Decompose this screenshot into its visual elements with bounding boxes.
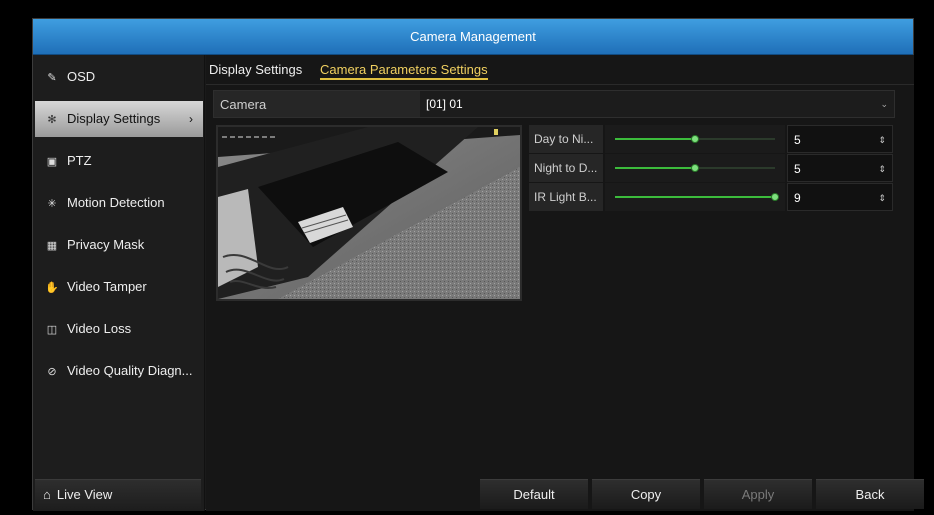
param-row-ir-light-brightness: IR Light B... 9 ⇕	[529, 183, 895, 211]
spinbox-value: 9	[794, 191, 801, 205]
back-button[interactable]: Back	[816, 479, 924, 509]
ptz-icon: ▣	[46, 156, 58, 168]
param-label: IR Light B...	[529, 183, 603, 211]
display-icon: ✻	[47, 114, 57, 126]
sidebar-item-label: PTZ	[67, 153, 92, 168]
tab-display-settings[interactable]: Display Settings	[209, 62, 302, 77]
camera-select-value: [01] 01	[426, 97, 463, 111]
spinbox-value: 5	[794, 162, 801, 176]
sidebar-item-video-loss[interactable]: ◫ Video Loss	[35, 311, 203, 347]
quality-icon: ⊘	[47, 366, 57, 378]
tab-bar: Display Settings Camera Parameters Setti…	[206, 55, 914, 85]
camera-select[interactable]: [01] 01 ⌄	[420, 91, 894, 117]
spinbox-value: 5	[794, 133, 801, 147]
hand-icon: ✋	[45, 282, 59, 294]
sidebar-item-label: Motion Detection	[67, 195, 165, 210]
slider-fill	[615, 167, 695, 169]
apply-button[interactable]: Apply	[704, 479, 812, 509]
sidebar-item-label: Video Tamper	[67, 279, 147, 294]
sidebar-item-label: Video Quality Diagn...	[67, 363, 193, 378]
sidebar-item-motion-detection[interactable]: ✳ Motion Detection	[35, 185, 203, 221]
sidebar-item-video-quality-diagnostics[interactable]: ⊘ Video Quality Diagn...	[35, 353, 203, 389]
live-view-label: Live View	[56, 487, 113, 502]
camera-preview-image	[218, 127, 520, 299]
copy-button[interactable]: Copy	[592, 479, 700, 509]
slider-handle[interactable]	[691, 135, 699, 143]
ir-light-brightness-slider[interactable]	[605, 183, 785, 211]
window-title: Camera Management	[33, 19, 913, 55]
default-button[interactable]: Default	[480, 479, 588, 509]
day-to-night-slider[interactable]	[605, 125, 785, 153]
sidebar: ✎ OSD ✻ Display Settings › ▣ PTZ ✳ Motion De…	[33, 55, 205, 511]
edit-icon: ✎	[47, 72, 57, 84]
tab-camera-parameters-settings[interactable]: Camera Parameters Settings	[320, 62, 488, 80]
chevron-right-icon: ›	[189, 112, 193, 126]
sidebar-item-label: Privacy Mask	[67, 237, 145, 252]
live-view-button[interactable]: ⌂ Live View	[35, 479, 201, 509]
sidebar-item-label: OSD	[67, 69, 96, 84]
slider-fill	[615, 196, 775, 198]
sidebar-item-video-tamper[interactable]: ✋ Video Tamper	[35, 269, 203, 305]
slider-handle[interactable]	[771, 193, 779, 201]
param-row-day-to-night: Day to Ni... 5 ⇕	[529, 125, 895, 153]
slider-handle[interactable]	[691, 164, 699, 172]
sidebar-item-osd[interactable]: ✎ OSD	[35, 59, 203, 95]
sidebar-item-privacy-mask[interactable]: ▦ Privacy Mask	[35, 227, 203, 263]
night-to-day-spinbox[interactable]: 5 ⇕	[787, 154, 893, 182]
motion-icon: ✳	[47, 198, 57, 210]
up-down-arrows-icon[interactable]: ⇕	[878, 155, 886, 183]
camera-label: Camera	[220, 97, 267, 112]
camera-management-window: Camera Management ✎ OSD ✻ Display Settings…	[32, 18, 924, 511]
param-row-night-to-day: Night to D... 5 ⇕	[529, 154, 895, 182]
param-label: Night to D...	[529, 154, 603, 182]
camera-select-row: Camera [01] 01 ⌄	[213, 90, 895, 118]
chevron-down-icon: ⌄	[880, 99, 888, 109]
night-to-day-slider[interactable]	[605, 154, 785, 182]
up-down-arrows-icon[interactable]: ⇕	[878, 126, 886, 154]
home-icon: ⌂	[43, 487, 51, 502]
slider-fill	[615, 138, 695, 140]
sidebar-item-display-settings[interactable]: ✻ Display Settings ›	[35, 101, 203, 137]
sidebar-item-label: Display Settings	[67, 111, 161, 126]
main-panel: Display Settings Camera Parameters Setti…	[206, 55, 924, 511]
mask-icon: ▦	[46, 240, 58, 252]
sidebar-item-ptz[interactable]: ▣ PTZ	[35, 143, 203, 179]
sidebar-item-label: Video Loss	[67, 321, 132, 336]
ir-light-brightness-spinbox[interactable]: 9 ⇕	[787, 183, 893, 211]
param-label: Day to Ni...	[529, 125, 603, 153]
video-loss-icon: ◫	[46, 324, 58, 336]
day-to-night-spinbox[interactable]: 5 ⇕	[787, 125, 893, 153]
up-down-arrows-icon[interactable]: ⇕	[878, 184, 886, 212]
camera-preview	[216, 125, 522, 301]
